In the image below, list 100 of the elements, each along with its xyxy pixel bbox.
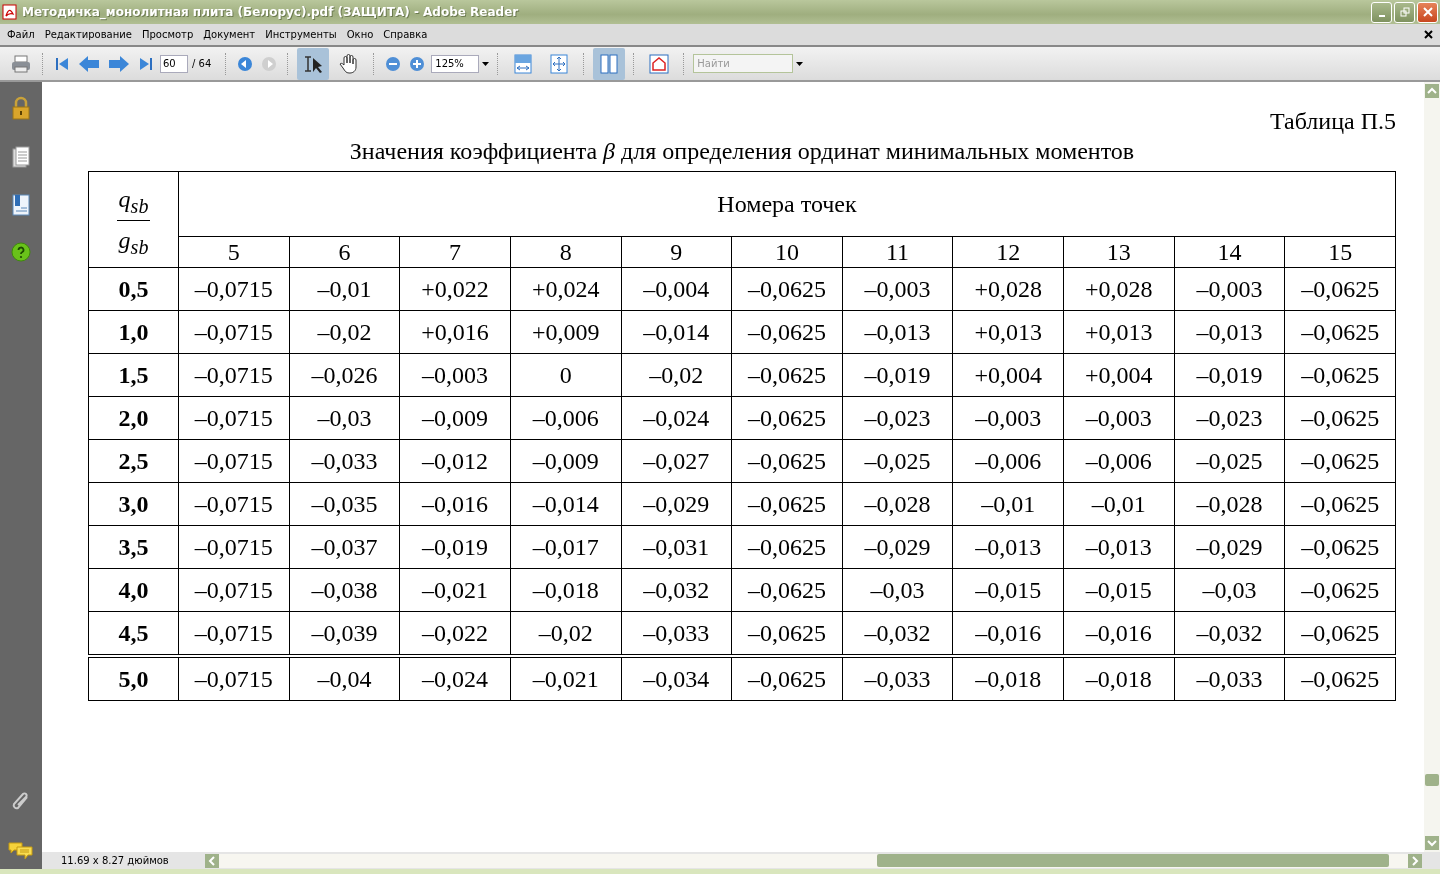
- ratio-denominator: g$_{sb}$: [117, 225, 150, 260]
- table-cell: –0,015: [952, 568, 1064, 612]
- table-cell: –0,0715: [178, 568, 290, 612]
- pdf-file-icon: [2, 4, 18, 20]
- table-cell: –0,0625: [1284, 525, 1396, 569]
- table-cell: +0,013: [1063, 310, 1175, 354]
- table-cell: –0,03: [289, 396, 400, 440]
- table-cell: –0,037: [289, 525, 400, 569]
- table-cell: –0,019: [1174, 353, 1285, 397]
- table-cell: –0,0625: [731, 310, 843, 354]
- menu-item[interactable]: Инструменты: [260, 29, 342, 40]
- table-cell: –0,024: [621, 396, 732, 440]
- page-number-field[interactable]: 60: [160, 54, 188, 73]
- table-cell: –0,0625: [1284, 568, 1396, 612]
- table-cell: –0,0625: [1284, 310, 1396, 354]
- table-cell: –0,01: [1063, 482, 1175, 526]
- table-cell: –0,009: [399, 396, 511, 440]
- table-caption: Таблица П.5: [1269, 107, 1396, 136]
- minimize-button[interactable]: [1371, 1, 1392, 23]
- table-cell: –0,003: [1063, 396, 1175, 440]
- table-cell: –0,0715: [178, 396, 290, 440]
- table-cell: –0,027: [621, 439, 732, 483]
- comments-icon[interactable]: [8, 841, 34, 861]
- table-cell: –0,014: [621, 310, 732, 354]
- table-cell: –0,016: [399, 482, 511, 526]
- padlock-icon[interactable]: [10, 96, 32, 120]
- table-cell: –0,003: [1174, 267, 1285, 311]
- table-cell: –0,0625: [731, 396, 843, 440]
- table-cell: –0,032: [621, 568, 732, 612]
- menu-item[interactable]: Редактирование: [39, 29, 137, 40]
- table-cell: –0,0715: [178, 353, 290, 397]
- table-cell: –0,033: [289, 439, 400, 483]
- table-cell: –0,024: [399, 656, 511, 701]
- caret-icon[interactable]: [796, 61, 804, 66]
- row-header: 3,0: [88, 482, 179, 526]
- restore-button[interactable]: [1394, 1, 1415, 23]
- scroll-left-icon[interactable]: [205, 853, 219, 868]
- close-button[interactable]: [1417, 1, 1438, 23]
- table-cell: –0,0625: [731, 267, 843, 311]
- table-cell: –0,003: [399, 353, 511, 397]
- menu-item[interactable]: Окно: [341, 29, 379, 40]
- menu-item[interactable]: Справка: [378, 29, 433, 40]
- scrollbar-thumb[interactable]: [877, 854, 1389, 867]
- table-cell: –0,004: [621, 267, 732, 311]
- table-cell: –0,025: [1174, 439, 1285, 483]
- table-cell: –0,023: [1174, 396, 1285, 440]
- table-cell: +0,004: [952, 353, 1064, 397]
- table-cell: –0,0625: [1284, 482, 1396, 526]
- scrollbar-thumb[interactable]: [1425, 774, 1439, 786]
- table-cell: –0,012: [399, 439, 511, 483]
- table-cell: –0,003: [842, 267, 953, 311]
- bookmarks-icon[interactable]: [12, 194, 30, 216]
- close-icon: [1421, 6, 1434, 18]
- table-cell: –0,026: [289, 353, 400, 397]
- column-header: 13: [1063, 236, 1175, 268]
- row-header: 1,0: [88, 310, 179, 354]
- row-header: 5,0: [88, 656, 179, 701]
- table-cell: –0,013: [842, 310, 953, 354]
- scroll-down-icon[interactable]: [1425, 836, 1439, 850]
- table-cell: +0,016: [399, 310, 511, 354]
- table-cell: –0,0625: [731, 656, 843, 701]
- pages-icon[interactable]: [12, 146, 30, 168]
- search-field[interactable]: Найти: [693, 54, 794, 73]
- select-tool-icon[interactable]: [297, 47, 330, 80]
- column-header: 8: [510, 236, 621, 268]
- close-document-icon[interactable]: [1424, 30, 1433, 39]
- table-cell: –0,038: [289, 568, 400, 612]
- menu-item[interactable]: Просмотр: [136, 29, 199, 40]
- table-cell: –0,0625: [731, 482, 843, 526]
- two-page-view-icon[interactable]: [593, 47, 626, 80]
- table-cell: –0,0625: [1284, 656, 1396, 701]
- scroll-right-icon[interactable]: [1408, 853, 1422, 868]
- table-cell: –0,0715: [178, 525, 290, 569]
- window-title: Методичка_монолитная плита (Белорус).pdf (ЗАЩИТА) - Adobe Reader: [22, 5, 519, 19]
- menu-item[interactable]: Файл: [2, 29, 40, 40]
- table-cell: –0,0625: [1284, 353, 1396, 397]
- vertical-scrollbar[interactable]: [1424, 82, 1440, 852]
- menu-item[interactable]: Документ: [198, 29, 261, 40]
- table-cell: –0,035: [289, 482, 400, 526]
- table-cell: –0,029: [842, 525, 953, 569]
- scroll-up-icon[interactable]: [1425, 84, 1439, 98]
- table-cell: –0,0625: [1284, 396, 1396, 440]
- table-cell: –0,025: [842, 439, 953, 483]
- table-cell: +0,024: [510, 267, 621, 311]
- table-cell: –0,01: [952, 482, 1064, 526]
- column-group-header: Номера точек: [178, 171, 1396, 237]
- table-cell: –0,0715: [178, 482, 290, 526]
- table-cell: –0,0625: [731, 568, 843, 612]
- column-header: 14: [1174, 236, 1285, 268]
- page-count: / 64: [192, 58, 212, 69]
- caret-icon[interactable]: [482, 61, 490, 66]
- column-header: 12: [952, 236, 1064, 268]
- table-cell: –0,0625: [731, 525, 843, 569]
- table-cell: –0,023: [842, 396, 953, 440]
- column-header: 7: [399, 236, 511, 268]
- row-header: 0,5: [88, 267, 179, 311]
- zoom-field[interactable]: 125%: [431, 54, 480, 73]
- table-cell: –0,017: [510, 525, 621, 569]
- horizontal-scrollbar[interactable]: [205, 853, 1422, 868]
- help-icon[interactable]: [11, 242, 31, 262]
